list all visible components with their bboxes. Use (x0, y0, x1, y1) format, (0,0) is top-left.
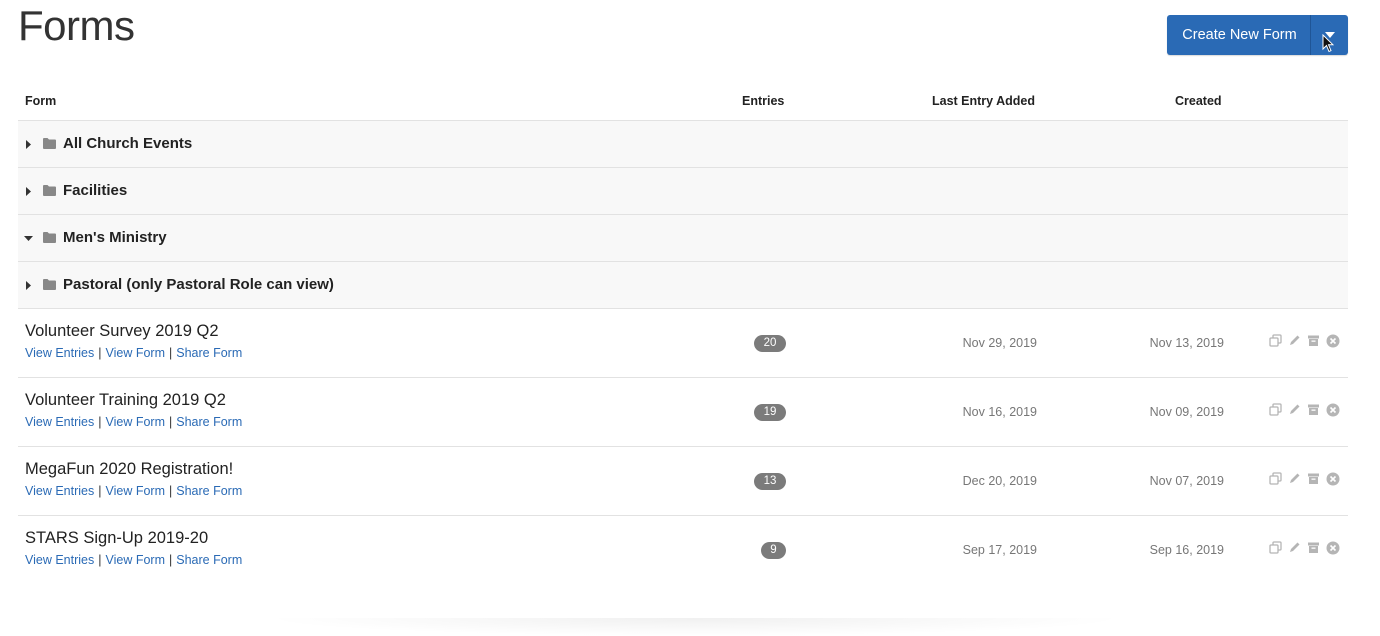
created-date: Nov 13, 2019 (1149, 336, 1224, 350)
folder-row[interactable]: Men's Ministry (18, 215, 1348, 262)
view-form-link[interactable]: View Form (106, 415, 166, 429)
close-circle-icon[interactable] (1326, 403, 1340, 422)
close-circle-icon[interactable] (1326, 472, 1340, 491)
form-title[interactable]: Volunteer Training 2019 Q2 (25, 391, 226, 410)
link-separator: | (169, 346, 173, 360)
copy-icon[interactable] (1269, 334, 1282, 353)
row-actions (1269, 334, 1340, 353)
last-entry-date: Sep 17, 2019 (962, 543, 1037, 557)
mouse-pointer-icon (1322, 34, 1334, 53)
form-links: View Entries | View Form | Share Form (25, 484, 242, 498)
view-form-link[interactable]: View Form (106, 346, 166, 360)
folder-icon (43, 185, 56, 196)
created-date: Nov 07, 2019 (1149, 474, 1224, 488)
form-title[interactable]: STARS Sign-Up 2019-20 (25, 529, 208, 548)
archive-icon[interactable] (1307, 541, 1320, 560)
form-links: View Entries | View Form | Share Form (25, 553, 242, 567)
created-date: Sep 16, 2019 (1149, 543, 1224, 557)
form-links: View Entries | View Form | Share Form (25, 415, 242, 429)
view-entries-link[interactable]: View Entries (25, 346, 94, 360)
link-separator: | (98, 484, 102, 498)
folder-icon (43, 279, 56, 290)
create-new-form-split-button: Create New Form (1167, 15, 1348, 55)
column-header-created[interactable]: Created (1175, 94, 1222, 108)
forms-table: Form Entries Last Entry Added Created Al… (18, 88, 1348, 584)
entries-count-badge[interactable]: 9 (761, 542, 786, 559)
pencil-icon[interactable] (1288, 334, 1301, 353)
close-circle-icon[interactable] (1326, 541, 1340, 560)
share-form-link[interactable]: Share Form (176, 346, 242, 360)
entries-count-badge[interactable]: 13 (754, 473, 786, 490)
copy-icon[interactable] (1269, 472, 1282, 491)
link-separator: | (98, 415, 102, 429)
column-header-form[interactable]: Form (25, 94, 56, 108)
pencil-icon[interactable] (1288, 541, 1301, 560)
archive-icon[interactable] (1307, 334, 1320, 353)
folder-icon (43, 138, 56, 149)
view-entries-link[interactable]: View Entries (25, 415, 94, 429)
column-header-last-entry[interactable]: Last Entry Added (932, 94, 1035, 108)
row-actions (1269, 541, 1340, 560)
table-row: Volunteer Survey 2019 Q2 View Entries | Vi… (18, 309, 1348, 378)
last-entry-date: Dec 20, 2019 (962, 474, 1037, 488)
folder-row[interactable]: Facilities (18, 168, 1348, 215)
entries-count-badge[interactable]: 20 (754, 335, 786, 352)
archive-icon[interactable] (1307, 472, 1320, 491)
pencil-icon[interactable] (1288, 403, 1301, 422)
link-separator: | (169, 553, 173, 567)
link-separator: | (169, 415, 173, 429)
folder-name[interactable]: Facilities (63, 182, 127, 199)
folder-name[interactable]: Pastoral (only Pastoral Role can view) (63, 276, 334, 293)
last-entry-date: Nov 16, 2019 (962, 405, 1037, 419)
page-title: Forms (18, 2, 135, 49)
folder-name[interactable]: Men's Ministry (63, 229, 167, 246)
close-circle-icon[interactable] (1326, 334, 1340, 353)
view-entries-link[interactable]: View Entries (25, 484, 94, 498)
folder-row[interactable]: All Church Events (18, 121, 1348, 168)
table-row: STARS Sign-Up 2019-20 View Entries | View … (18, 516, 1348, 584)
link-separator: | (169, 484, 173, 498)
form-title[interactable]: Volunteer Survey 2019 Q2 (25, 322, 219, 341)
caret-right-icon[interactable] (26, 281, 31, 290)
table-header: Form Entries Last Entry Added Created (18, 88, 1348, 121)
share-form-link[interactable]: Share Form (176, 415, 242, 429)
folder-row[interactable]: Pastoral (only Pastoral Role can view) (18, 262, 1348, 309)
form-links: View Entries | View Form | Share Form (25, 346, 242, 360)
view-form-link[interactable]: View Form (106, 484, 166, 498)
link-separator: | (98, 346, 102, 360)
pencil-icon[interactable] (1288, 472, 1301, 491)
view-form-link[interactable]: View Form (106, 553, 166, 567)
entries-count-badge[interactable]: 19 (754, 404, 786, 421)
table-row: Volunteer Training 2019 Q2 View Entries |… (18, 378, 1348, 447)
caret-right-icon[interactable] (26, 140, 31, 149)
folder-icon (43, 232, 56, 243)
view-entries-link[interactable]: View Entries (25, 553, 94, 567)
folder-name[interactable]: All Church Events (63, 135, 192, 152)
caret-right-icon[interactable] (26, 187, 31, 196)
copy-icon[interactable] (1269, 541, 1282, 560)
caret-down-icon[interactable] (24, 236, 33, 241)
last-entry-date: Nov 29, 2019 (962, 336, 1037, 350)
archive-icon[interactable] (1307, 403, 1320, 422)
created-date: Nov 09, 2019 (1149, 405, 1224, 419)
link-separator: | (98, 553, 102, 567)
row-actions (1269, 472, 1340, 491)
table-row: MegaFun 2020 Registration! View Entries |… (18, 447, 1348, 516)
share-form-link[interactable]: Share Form (176, 553, 242, 567)
column-header-entries[interactable]: Entries (742, 94, 784, 108)
copy-icon[interactable] (1269, 403, 1282, 422)
create-new-form-button[interactable]: Create New Form (1167, 15, 1310, 55)
row-actions (1269, 403, 1340, 422)
form-title[interactable]: MegaFun 2020 Registration! (25, 460, 233, 479)
bottom-shadow (260, 618, 1130, 636)
share-form-link[interactable]: Share Form (176, 484, 242, 498)
